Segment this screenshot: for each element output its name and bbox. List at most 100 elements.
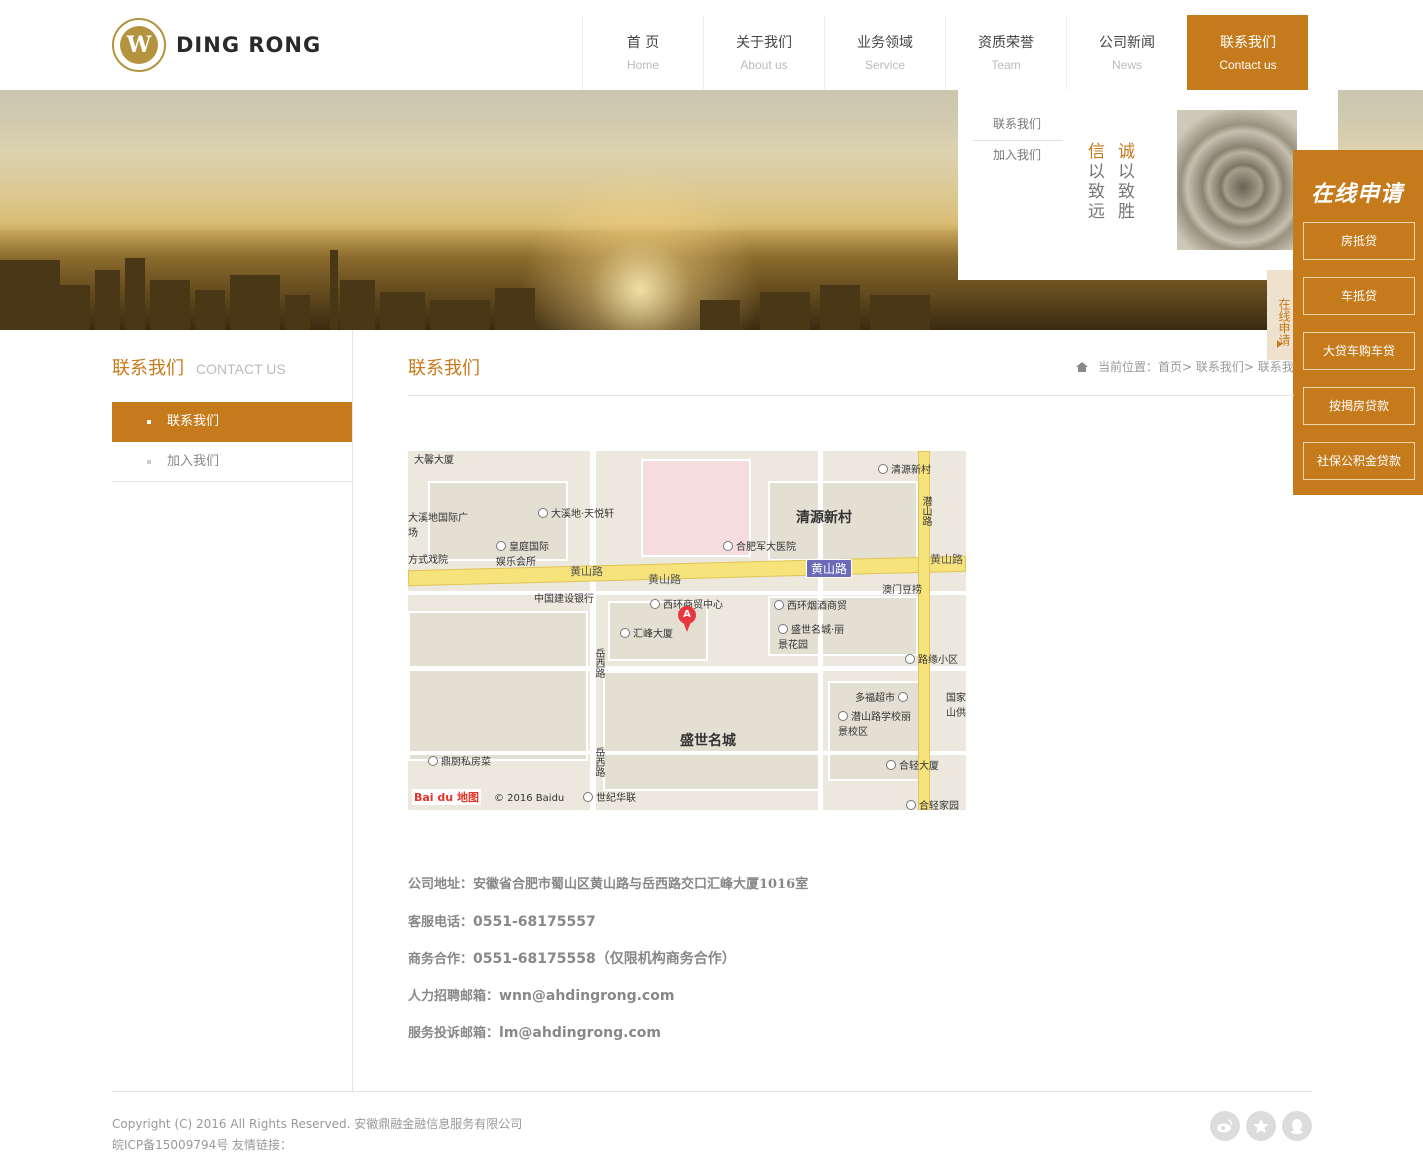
baidu-logo: Bai du 地图 (412, 789, 481, 805)
sidebar-title-cn: 联系我们 (112, 358, 184, 379)
dropdown-link-join[interactable]: 加入我们 (973, 141, 1063, 171)
map-label: 大溪地国际广场 (408, 513, 468, 539)
map-road-label: 黄山路 (648, 573, 681, 586)
logo[interactable]: W DING RONG (112, 18, 321, 72)
logo-mark-icon: W (112, 18, 166, 72)
main-nav: 首 页 Home 关于我们 About us 业务领域 Service 资质荣誉 Tea… (582, 15, 1308, 90)
map-road-label: 黄山路 (570, 565, 603, 578)
hr-email-link[interactable]: wnn@ahdingrong.com (499, 988, 674, 1004)
header: W DING RONG 首 页 Home 关于我们 About us 业务领域 Ser… (0, 0, 1423, 90)
apply-car-mortgage-button[interactable]: 车抵贷 (1303, 277, 1415, 315)
page-title: 联系我们 (408, 358, 480, 379)
online-apply-panel: 在线申请 房抵贷 车抵贷 大贷车购车贷 按揭房贷款 社保公积金贷款 (1293, 150, 1423, 495)
map-label: 路缘小区 (905, 651, 958, 666)
sidebar-item-label: 联系我们 (167, 414, 220, 429)
nav-team[interactable]: 资质荣誉 Team (945, 15, 1066, 90)
service-phone-line: 客服电话：0551-68175557 (408, 914, 596, 930)
nav-sublabel: Team (991, 58, 1021, 72)
nav-label: 资质荣誉 (978, 35, 1034, 51)
slogan-char: 致 (1088, 182, 1105, 202)
map-label: 合肥军大医院 (723, 538, 796, 553)
breadcrumb: 当前位置：首页> 联系我们> 联系我们 (1076, 358, 1293, 375)
qq-icon[interactable] (1282, 1111, 1312, 1141)
dropdown-link-contact[interactable]: 联系我们 (973, 110, 1063, 141)
arrow-right-icon (1277, 340, 1282, 348)
online-apply-tab[interactable]: 在线申请 (1267, 270, 1293, 360)
sidebar-title-en: CONTACT US (196, 361, 286, 377)
star-icon[interactable] (1246, 1111, 1276, 1141)
map-label: 汇峰大厦 (620, 625, 673, 640)
map-area-label: 盛世名城 (680, 733, 736, 749)
sidebar-title: 联系我们 CONTACT US (112, 354, 286, 380)
slogan: 信 以 致 远 诚 以 致 胜 (1088, 142, 1136, 222)
sidebar-item-label: 加入我们 (167, 454, 220, 469)
slogan-char: 诚 (1118, 142, 1135, 162)
map-label: 鼎厨私房菜 (428, 753, 491, 768)
complaint-email-line: 服务投诉邮箱：lm@ahdingrong.com (408, 1025, 661, 1041)
complaint-email-link[interactable]: lm@ahdingrong.com (499, 1025, 661, 1041)
location-pin-icon[interactable]: A (678, 606, 696, 632)
map-road-label: 黄山路 (930, 553, 963, 566)
nav-label: 联系我们 (1220, 35, 1276, 51)
nav-sublabel: Contact us (1219, 58, 1277, 72)
slogan-char: 胜 (1118, 202, 1135, 222)
slogan-char: 以 (1088, 162, 1105, 182)
nav-label: 业务领域 (857, 35, 913, 51)
breadcrumb-text[interactable]: 当前位置：首页> 联系我们> 联系我们 (1098, 360, 1293, 374)
map-label: 合轻大厦 (886, 757, 939, 772)
map-road-label: 岳西路 (593, 648, 604, 678)
slogan-char: 远 (1088, 202, 1105, 222)
tree-rings-image (1177, 110, 1297, 250)
sidebar-item-join[interactable]: 加入我们 (112, 442, 352, 482)
map-label: 澳门豆捞 (882, 585, 922, 596)
nav-sublabel: About us (740, 58, 788, 72)
copyright-text: Copyright (C) 2016 All Rights Reserved. … (112, 1117, 523, 1131)
map-label: 国家山供 (946, 693, 966, 719)
nav-label: 首 页 (626, 35, 660, 51)
bullet-icon (147, 420, 151, 424)
sidebar-menu: 联系我们 加入我们 (112, 402, 352, 482)
map-road-label: 黄山路 (806, 559, 853, 578)
business-line: 商务合作：0551-68175558（仅限机构商务合作） (408, 951, 736, 967)
apply-car-purchase-button[interactable]: 大贷车购车贷 (1303, 332, 1415, 370)
map-label: 方式戏院 (408, 555, 448, 566)
map-label: 皇庭国际娱乐会所 (496, 541, 549, 568)
logo-text: DING RONG (176, 33, 322, 57)
nav-news[interactable]: 公司新闻 News (1066, 15, 1187, 90)
weibo-icon[interactable] (1210, 1111, 1240, 1141)
map-road-label: 潜山路 (920, 496, 931, 526)
footer-divider (112, 1091, 1312, 1092)
contact-info: 公司地址：安徽省合肥市蜀山区黄山路与岳西路交口汇峰大厦1016室 客服电话：05… (408, 874, 1288, 1059)
address-line: 公司地址：安徽省合肥市蜀山区黄山路与岳西路交口汇峰大厦1016室 (408, 877, 809, 892)
nav-sublabel: Home (626, 58, 659, 72)
map-label: 大馨大厦 (414, 455, 454, 466)
footer-copyright: Copyright (C) 2016 All Rights Reserved. … (112, 1114, 522, 1156)
map-label: 世纪华联 (583, 789, 636, 804)
map-label: 中国建设银行 (534, 594, 594, 605)
map-label: 多福超市 (855, 689, 911, 704)
apply-social-fund-button[interactable]: 社保公积金贷款 (1303, 442, 1415, 480)
nav-service[interactable]: 业务领域 Service (824, 15, 945, 90)
online-apply-tab-label: 在线申请 (1277, 298, 1291, 346)
slogan-char: 致 (1118, 182, 1135, 202)
map-label: 潜山路学校丽景校区 (838, 711, 911, 738)
divider (352, 330, 353, 1091)
baidu-map[interactable]: 大馨大厦 清源新村 大溪地·天悦轩 大溪地国际广场 合肥军大医院 皇庭国际娱乐会… (408, 451, 966, 810)
hr-email-line: 人力招聘邮箱：wnn@ahdingrong.com (408, 988, 675, 1004)
sidebar-item-contact[interactable]: 联系我们 (112, 402, 352, 442)
map-label: 西环烟酒商贸 (774, 597, 847, 612)
nav-home[interactable]: 首 页 Home (582, 15, 703, 90)
map-copyright: © 2016 Baidu (494, 793, 565, 804)
map-label: 大溪地·天悦轩 (538, 505, 614, 520)
map-area-label: 清源新村 (796, 510, 852, 526)
apply-mortgage-loan-button[interactable]: 按揭房贷款 (1303, 387, 1415, 425)
apply-title: 在线申请 (1311, 182, 1404, 207)
nav-sublabel: News (1111, 58, 1142, 72)
nav-contact[interactable]: 联系我们 Contact us (1187, 15, 1308, 90)
home-icon[interactable] (1076, 362, 1088, 372)
nav-label: 关于我们 (736, 35, 792, 51)
map-label: 合轻家园 (906, 797, 959, 810)
map-label: 清源新村 (878, 461, 931, 476)
apply-house-mortgage-button[interactable]: 房抵贷 (1303, 222, 1415, 260)
nav-about[interactable]: 关于我们 About us (703, 15, 824, 90)
